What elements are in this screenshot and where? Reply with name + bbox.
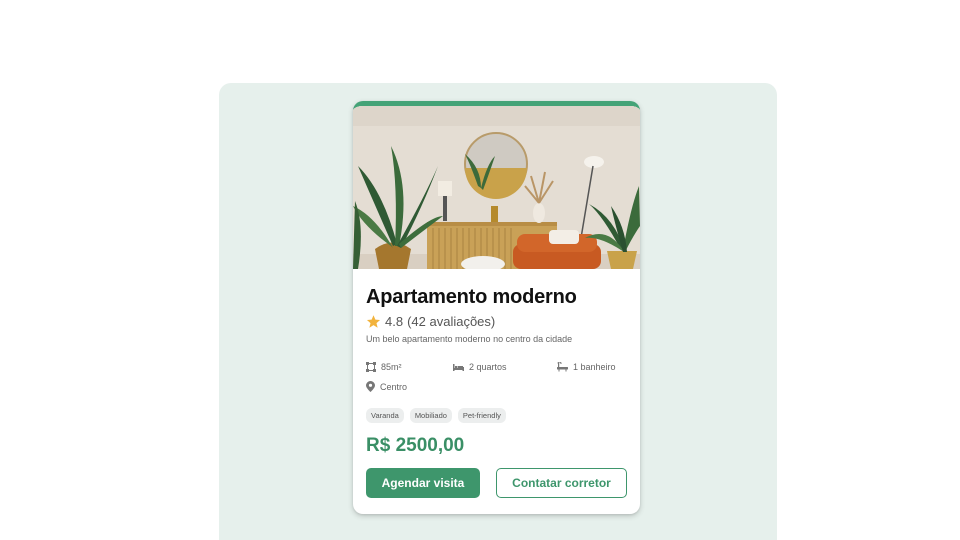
- rating-value: 4.8: [385, 314, 404, 329]
- card-actions: Agendar visita Contatar corretor: [366, 468, 627, 498]
- feature-bedrooms: 2 quartos: [453, 362, 507, 372]
- tag-item: Mobiliado: [409, 408, 452, 423]
- feature-area: 85m²: [366, 362, 402, 372]
- features-list: 85m² 2 quartos 1 banheiro Centro: [366, 362, 627, 398]
- star-icon: [366, 315, 381, 328]
- tag-list: Varanda Mobiliado Pet-friendly: [366, 408, 627, 423]
- listing-description: Um belo apartamento moderno no centro da…: [366, 334, 573, 344]
- feature-bedrooms-label: 2 quartos: [469, 362, 507, 372]
- feature-location: Centro: [366, 381, 407, 392]
- property-card[interactable]: Apartamento moderno 4.8 (42 avaliações) …: [353, 101, 640, 514]
- schedule-visit-button[interactable]: Agendar visita: [366, 468, 480, 498]
- tag-item: Pet-friendly: [457, 408, 506, 423]
- feature-bathrooms-label: 1 banheiro: [573, 362, 616, 372]
- rating-count: (42 avaliações): [407, 314, 496, 329]
- map-pin-icon: [366, 381, 375, 392]
- tag-item: Varanda: [366, 408, 404, 423]
- bathtub-icon: [557, 362, 568, 372]
- bed-icon: [453, 363, 464, 371]
- rating: 4.8 (42 avaliações): [366, 314, 627, 329]
- listing-price: R$ 2500,00: [366, 435, 465, 456]
- card-body: Apartamento moderno 4.8 (42 avaliações) …: [353, 269, 640, 498]
- listing-title: Apartamento moderno: [366, 286, 577, 308]
- feature-bathrooms: 1 banheiro: [557, 362, 616, 372]
- property-photo: [353, 106, 640, 269]
- feature-location-label: Centro: [380, 381, 408, 392]
- contact-agent-button[interactable]: Contatar corretor: [496, 468, 627, 498]
- area-icon: [366, 362, 376, 372]
- feature-area-label: 85m²: [381, 362, 402, 372]
